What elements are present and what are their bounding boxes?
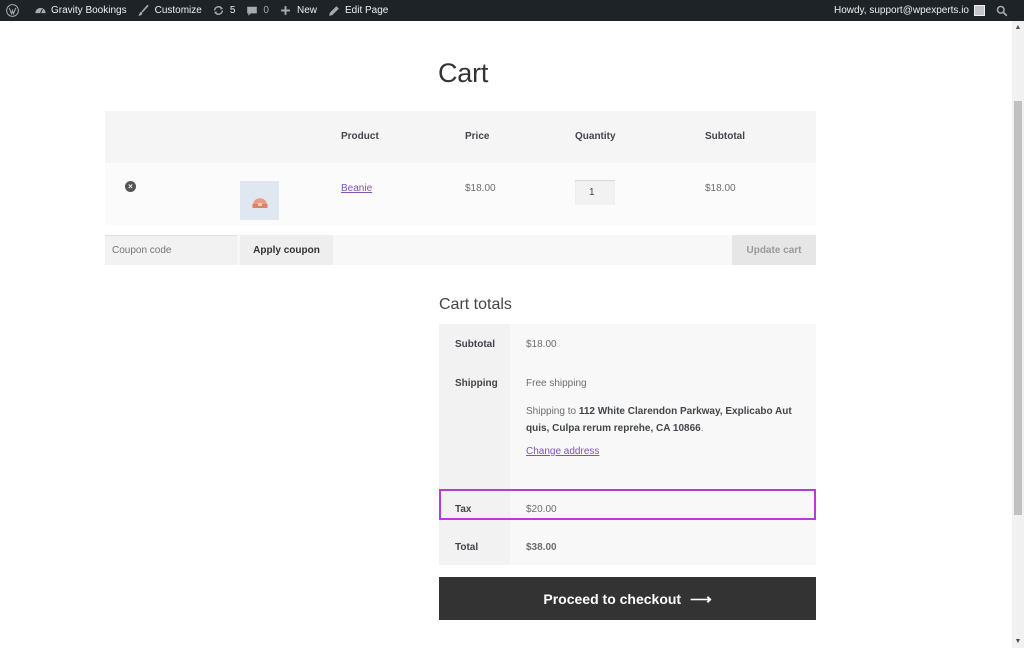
- wordpress-logo-icon: [5, 4, 19, 18]
- scrollbar[interactable]: ▲ ▼: [1012, 21, 1024, 648]
- scroll-up-arrow-icon[interactable]: ▲: [1012, 21, 1024, 33]
- brush-icon: [137, 4, 151, 18]
- cart-totals-title: Cart totals: [439, 296, 512, 313]
- change-address-link[interactable]: Change address: [526, 446, 599, 457]
- checkout-label: Proceed to checkout: [543, 590, 682, 607]
- cart-actions: Apply coupon Update cart: [105, 235, 816, 265]
- shipping-to-suffix: .: [700, 423, 704, 434]
- totals-row-subtotal: Subtotal $18.00: [439, 324, 816, 363]
- product-thumbnail[interactable]: [240, 181, 279, 220]
- new-label: New: [296, 5, 317, 16]
- cart-table-header: Product Price Quantity Subtotal: [105, 111, 816, 163]
- customize-label: Customize: [154, 5, 202, 16]
- column-header-product: Product: [341, 131, 379, 142]
- wordpress-logo-button[interactable]: [0, 0, 28, 21]
- refresh-icon: [212, 4, 226, 18]
- column-header-subtotal: Subtotal: [705, 131, 745, 142]
- column-header-quantity: Quantity: [575, 131, 616, 142]
- comments-count: 0: [263, 5, 269, 16]
- tax-label: Tax: [439, 489, 510, 527]
- cart-totals-table: Subtotal $18.00 Shipping Free shipping S…: [439, 324, 816, 565]
- subtotal-label: Subtotal: [439, 324, 510, 363]
- totals-row-total: Total $38.00: [439, 527, 816, 565]
- page-title: Cart: [438, 58, 489, 88]
- customize-link[interactable]: Customize: [132, 0, 207, 21]
- proceed-to-checkout-button[interactable]: Proceed to checkout ⟶: [439, 577, 816, 620]
- pencil-icon: [327, 4, 341, 18]
- plus-icon: [279, 4, 293, 18]
- dashboard-icon: [33, 4, 47, 18]
- avatar: [974, 5, 985, 16]
- shipping-destination: Shipping to 112 White Clarendon Parkway,…: [526, 403, 800, 437]
- site-name-link[interactable]: Gravity Bookings: [28, 0, 132, 21]
- product-subtotal: $18.00: [705, 183, 736, 194]
- edit-page-link[interactable]: Edit Page: [322, 0, 393, 21]
- total-label: Total: [439, 527, 510, 565]
- search-icon: [995, 4, 1009, 18]
- shipping-method: Free shipping: [526, 378, 587, 389]
- new-content-link[interactable]: New: [274, 0, 322, 21]
- scrollbar-thumb[interactable]: [1014, 101, 1022, 515]
- comments-link[interactable]: 0: [240, 0, 274, 21]
- updates-link[interactable]: 5: [207, 0, 241, 21]
- tax-value: $20.00: [510, 489, 816, 527]
- cart-item-row: × Beanie $18.00 $18.00: [105, 163, 816, 225]
- edit-page-label: Edit Page: [344, 5, 389, 16]
- coupon-code-input[interactable]: [105, 235, 237, 265]
- total-value: $38.00: [510, 527, 816, 565]
- quantity-input[interactable]: [575, 180, 615, 205]
- column-header-price: Price: [465, 131, 490, 142]
- my-account-link[interactable]: Howdy, support@wpexperts.io: [829, 0, 990, 21]
- totals-row-shipping: Shipping Free shipping Shipping to 112 W…: [439, 363, 816, 489]
- apply-coupon-button[interactable]: Apply coupon: [240, 235, 333, 265]
- update-cart-button[interactable]: Update cart: [732, 235, 816, 265]
- totals-row-tax: Tax $20.00: [439, 489, 816, 527]
- product-name-link[interactable]: Beanie: [341, 183, 372, 194]
- cart-table: Product Price Quantity Subtotal × Beanie…: [105, 111, 816, 225]
- product-price: $18.00: [465, 183, 496, 194]
- comment-icon: [245, 4, 259, 18]
- search-button[interactable]: [990, 0, 1024, 21]
- beanie-image-icon: [252, 197, 267, 208]
- shipping-to-prefix: Shipping to: [526, 406, 579, 417]
- admin-bar: Gravity Bookings Customize 5 0 New Edit …: [0, 0, 1024, 21]
- site-name-label: Gravity Bookings: [51, 5, 127, 16]
- scroll-down-arrow-icon[interactable]: ▼: [1012, 635, 1024, 647]
- shipping-details: Free shipping Shipping to 112 White Clar…: [510, 363, 816, 489]
- shipping-label: Shipping: [439, 363, 510, 489]
- arrow-right-icon: ⟶: [690, 590, 712, 608]
- subtotal-value: $18.00: [510, 324, 816, 363]
- howdy-label: Howdy, support@wpexperts.io: [833, 5, 969, 16]
- remove-item-icon[interactable]: ×: [125, 181, 136, 192]
- updates-count: 5: [229, 5, 236, 16]
